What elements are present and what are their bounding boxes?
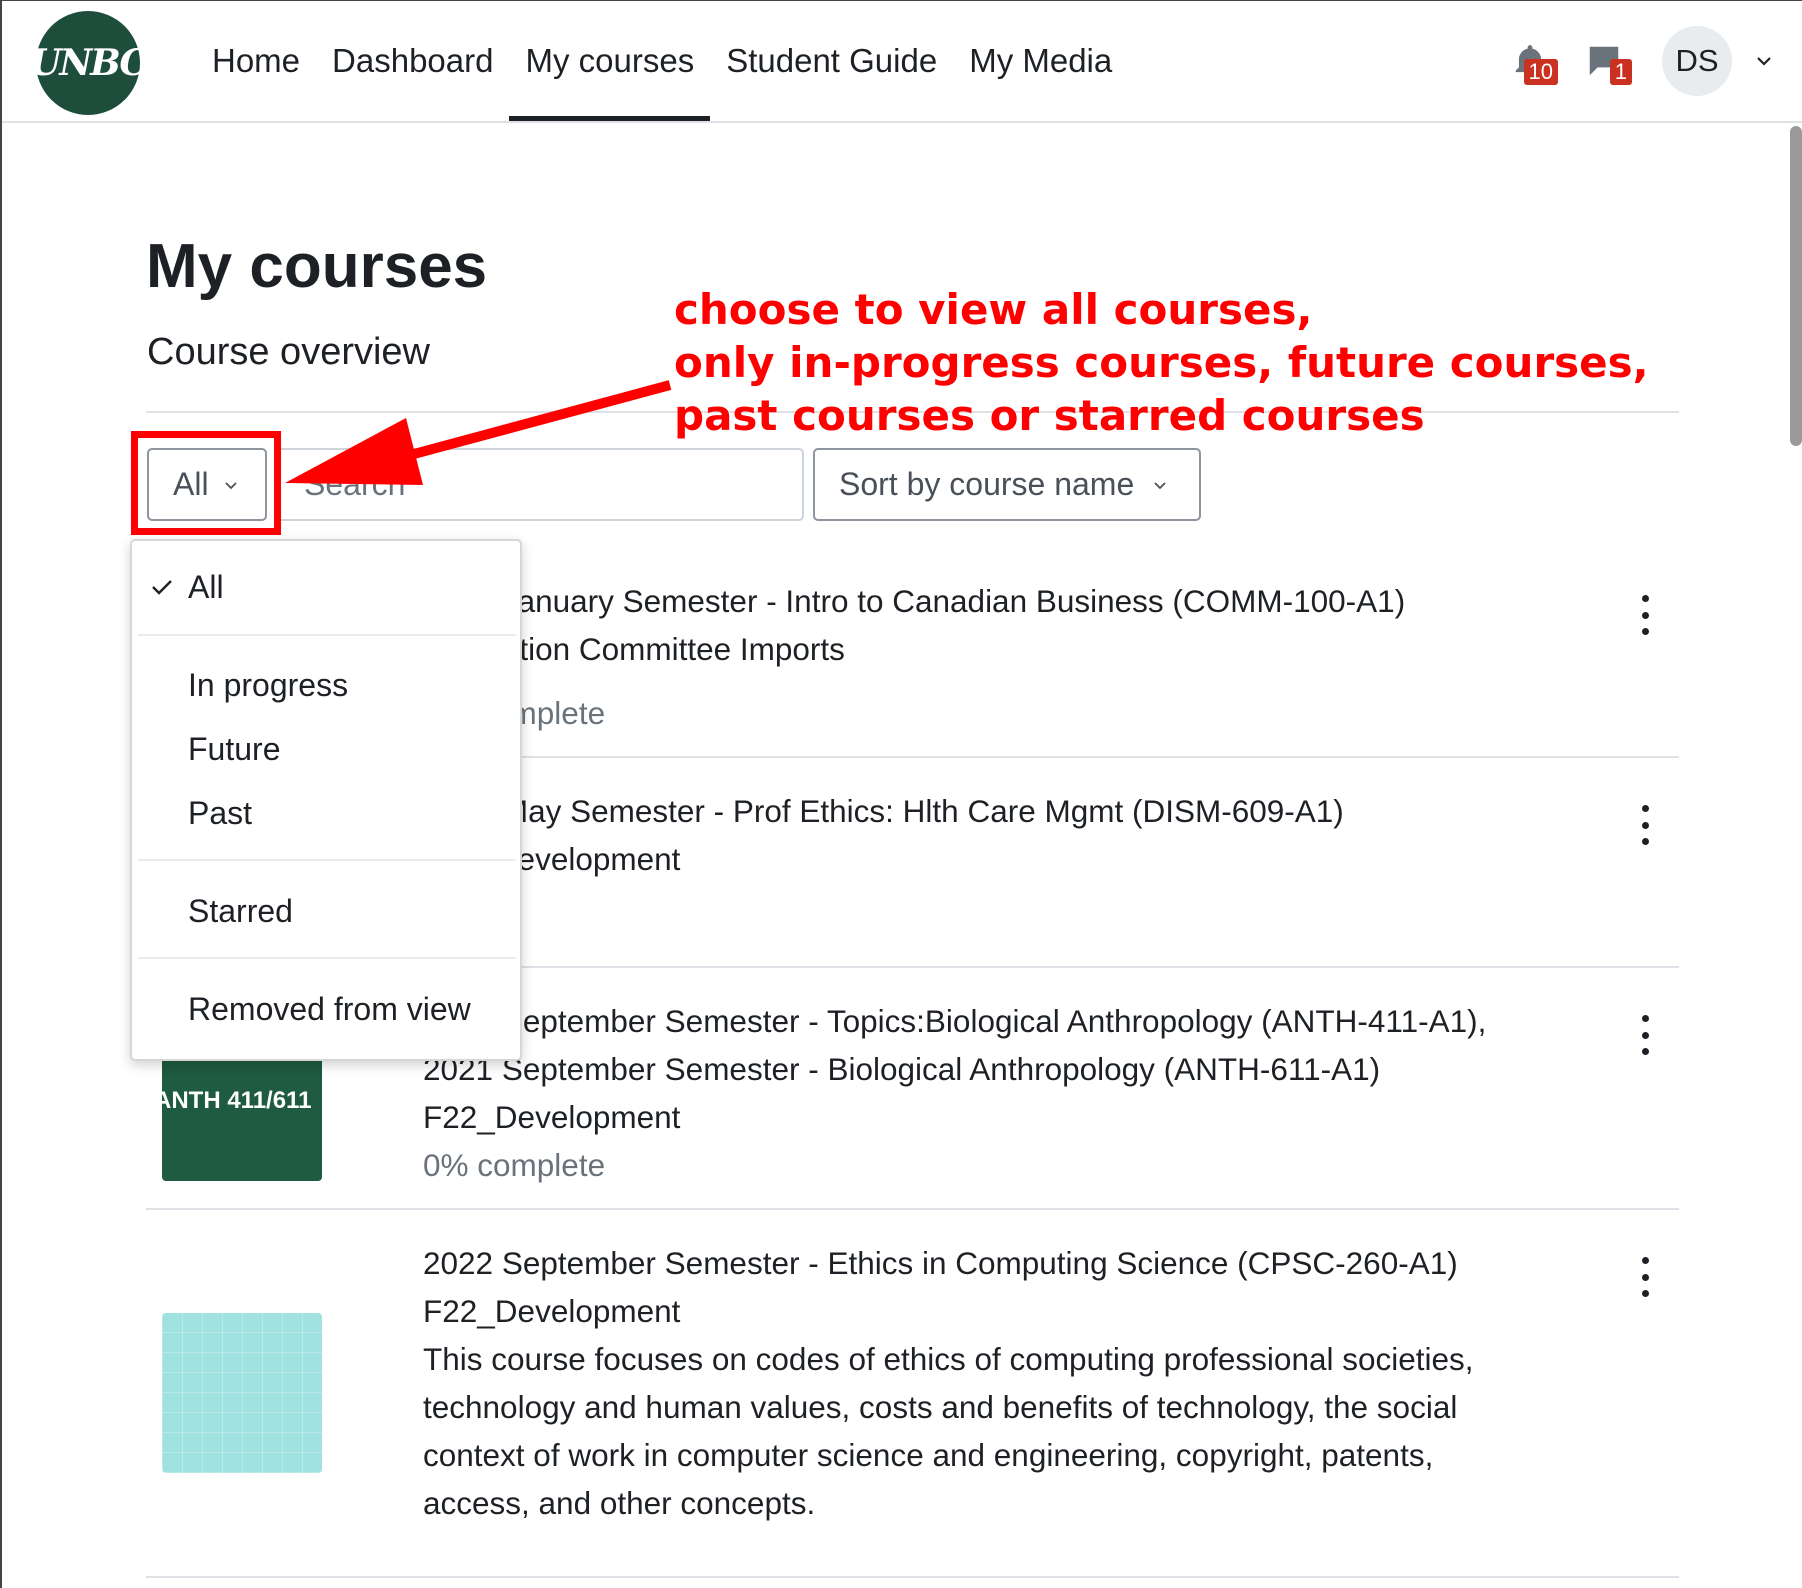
unbc-logo[interactable]: UNBC bbox=[30, 11, 148, 115]
dropdown-divider bbox=[138, 634, 516, 636]
grouping-dropdown-menu: All In progress Future Past Starred Remo… bbox=[130, 539, 522, 1061]
course-category: F22_Development bbox=[423, 1293, 681, 1329]
course-summary-line: context of work in computer science and … bbox=[423, 1437, 1434, 1473]
checkmark-icon bbox=[152, 580, 172, 595]
annotation-line: only in-progress courses, future courses… bbox=[674, 338, 1649, 387]
course-actions-menu[interactable] bbox=[1633, 1015, 1657, 1055]
dropdown-item-removed-from-view[interactable]: Removed from view bbox=[132, 981, 520, 1037]
dropdown-item-future[interactable]: Future bbox=[132, 721, 520, 777]
course-overview-heading: Course overview bbox=[147, 331, 430, 373]
chevron-down-icon[interactable] bbox=[1754, 51, 1774, 71]
dropdown-item-label: In progress bbox=[188, 666, 349, 703]
sort-dropdown-button[interactable]: Sort by course name bbox=[813, 448, 1201, 521]
messages-button[interactable]: 1 bbox=[1574, 31, 1634, 91]
course-image-label: ANTH 411/611 bbox=[162, 1087, 312, 1114]
course-info: 2022 May Semester - Prof Ethics: Hlth Ca… bbox=[423, 787, 1344, 883]
course-title-link[interactable]: 2021 September Semester - Topics:Biologi… bbox=[423, 997, 1486, 1045]
course-title-link[interactable]: 2022 May Semester - Prof Ethics: Hlth Ca… bbox=[423, 787, 1344, 835]
course-divider bbox=[146, 1208, 1679, 1210]
nav-dashboard[interactable]: Dashboard bbox=[316, 1, 509, 121]
course-title-line2[interactable]: 2021 September Semester - Biological Ant… bbox=[423, 1045, 1486, 1093]
dropdown-item-all[interactable]: All bbox=[132, 559, 520, 615]
course-search-input[interactable]: Search bbox=[274, 448, 804, 521]
course-title-link[interactable]: 2023 January Semester - Intro to Canadia… bbox=[423, 577, 1405, 625]
messages-count-badge: 1 bbox=[1609, 59, 1632, 85]
nav-my-media[interactable]: My Media bbox=[953, 1, 1128, 121]
course-actions-menu[interactable] bbox=[1633, 805, 1657, 845]
dropdown-divider bbox=[138, 859, 516, 861]
instruction-annotation: choose to view all courses, only in-prog… bbox=[674, 283, 1649, 442]
notifications-count-badge: 10 bbox=[1523, 59, 1558, 85]
page-scrollbar[interactable] bbox=[1790, 126, 1802, 446]
course-info: 2021 September Semester - Topics:Biologi… bbox=[423, 997, 1486, 1189]
course-info: 2022 September Semester - Ethics in Comp… bbox=[423, 1239, 1474, 1527]
annotation-line: past courses or starred courses bbox=[674, 391, 1425, 440]
primary-navigation: Home Dashboard My courses Student Guide … bbox=[196, 1, 1128, 121]
course-category: F22_Development bbox=[423, 841, 681, 877]
dropdown-item-label: All bbox=[188, 568, 224, 605]
course-progress: 0% complete bbox=[423, 695, 606, 731]
dropdown-item-starred[interactable]: Starred bbox=[132, 883, 520, 939]
course-summary-line: technology and human values, costs and b… bbox=[423, 1389, 1458, 1425]
page-title: My courses bbox=[146, 232, 488, 301]
annotation-line: choose to view all courses, bbox=[674, 285, 1313, 334]
course-card: 2022 September Semester - Ethics in Comp… bbox=[146, 1223, 1679, 1563]
dropdown-item-past[interactable]: Past bbox=[132, 785, 520, 841]
dropdown-item-in-progress[interactable]: In progress bbox=[132, 657, 520, 713]
course-info: 2023 January Semester - Intro to Canadia… bbox=[423, 577, 1405, 737]
nav-student-guide[interactable]: Student Guide bbox=[710, 1, 953, 121]
course-actions-menu[interactable] bbox=[1633, 1257, 1657, 1297]
app-frame: UNBC Home Dashboard My courses Student G… bbox=[0, 0, 1802, 1588]
top-navbar: UNBC Home Dashboard My courses Student G… bbox=[2, 1, 1802, 123]
dropdown-item-label: Removed from view bbox=[188, 990, 471, 1027]
course-title-link[interactable]: 2022 September Semester - Ethics in Comp… bbox=[423, 1239, 1474, 1287]
nav-home[interactable]: Home bbox=[196, 1, 316, 121]
sort-label: Sort by course name bbox=[839, 466, 1135, 502]
course-summary-line: access, and other concepts. bbox=[423, 1485, 816, 1521]
notifications-button[interactable]: 10 bbox=[1500, 31, 1560, 91]
dropdown-item-label: Past bbox=[188, 794, 253, 831]
course-category: F22_Development bbox=[423, 1099, 681, 1135]
dropdown-item-label: Future bbox=[188, 730, 281, 767]
annotation-highlight-box bbox=[131, 431, 281, 535]
user-nav: 10 1 DS bbox=[1500, 1, 1774, 121]
nav-my-courses[interactable]: My courses bbox=[509, 1, 710, 121]
user-avatar[interactable]: DS bbox=[1662, 26, 1732, 96]
chevron-down-icon bbox=[1154, 481, 1166, 489]
course-divider bbox=[146, 1576, 1679, 1578]
course-actions-menu[interactable] bbox=[1633, 595, 1657, 635]
course-category: Evaluation Committee Imports bbox=[423, 631, 845, 667]
course-image[interactable] bbox=[162, 1313, 322, 1473]
dropdown-item-label: Starred bbox=[188, 892, 293, 929]
course-progress: 0% complete bbox=[423, 1147, 606, 1183]
dropdown-divider bbox=[138, 957, 516, 959]
course-summary-line: This course focuses on codes of ethics o… bbox=[423, 1341, 1474, 1377]
